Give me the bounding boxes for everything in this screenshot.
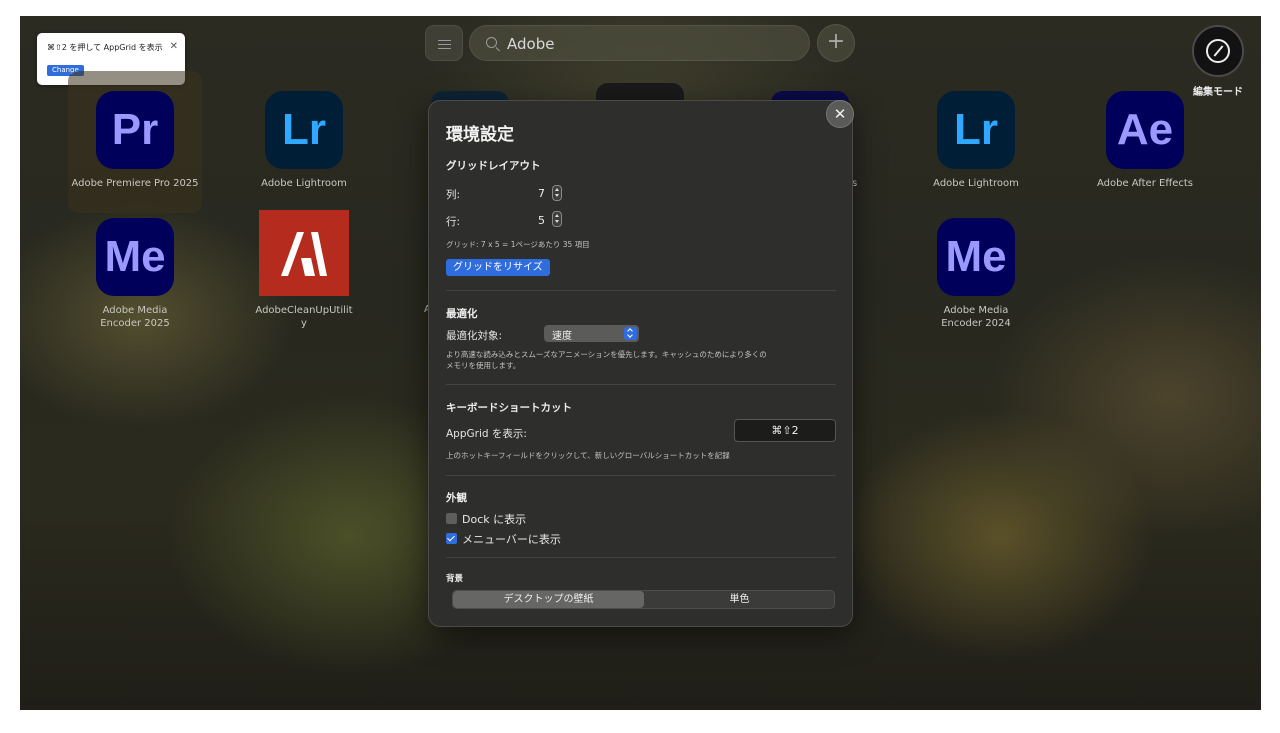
menubar-label: メニューバーに表示: [462, 533, 561, 546]
partial-app-tile: [596, 83, 684, 101]
rows-label: 行:: [446, 216, 461, 228]
optimize-desc-line1: より高速な読み込みとスムーズなアニメーションを優先します。キャッシュのためにより…: [446, 350, 767, 359]
background-heading: 背景: [446, 574, 464, 584]
dock-label: Dock に表示: [462, 513, 527, 526]
search-input[interactable]: [507, 32, 797, 56]
after-effects-icon: Ae: [1106, 91, 1184, 169]
menubar-checkbox-row[interactable]: メニューバーに表示: [446, 531, 561, 547]
toast-message: ⌘⇧2 を押して AppGrid を表示: [47, 43, 163, 52]
app-name: Adobe After Effects: [1097, 178, 1193, 189]
search-icon: [486, 37, 497, 48]
toast-close-icon[interactable]: ✕: [170, 41, 178, 52]
rows-value: 5: [538, 214, 545, 227]
adobe-logo-icon: [259, 210, 349, 296]
rows-stepper[interactable]: [552, 211, 562, 227]
shortcut-hint: 上のホットキーフィールドをクリックして、新しいグローバルショートカットを記録: [446, 451, 730, 460]
search-bar[interactable]: [469, 25, 810, 61]
dock-checkbox-row[interactable]: Dock に表示: [446, 511, 526, 527]
cols-value: 7: [538, 187, 545, 200]
app-name: Adobe Lightroom: [261, 178, 347, 189]
close-icon[interactable]: ✕: [826, 100, 854, 128]
optimize-desc-line2: メモリを使用します。: [446, 361, 521, 370]
shortcut-heading: キーボードショートカット: [446, 402, 572, 414]
divider: [446, 557, 836, 558]
app-name: AdobeCleanUpUtility: [255, 305, 353, 329]
menubar-checkbox[interactable]: [446, 533, 457, 544]
app-name: Adobe Lightroom: [933, 178, 1019, 189]
cols-stepper[interactable]: [552, 185, 562, 201]
chevron-updown-icon: [624, 327, 637, 340]
shortcut-label: AppGrid を表示:: [446, 428, 527, 440]
lightroom-icon: Lr: [265, 91, 343, 169]
hamburger-icon: [438, 40, 451, 49]
segment-wallpaper[interactable]: デスクトップの壁紙: [453, 591, 644, 608]
optimize-target-value: 速度: [552, 331, 572, 342]
app-name: Adobe Media Encoder 2025: [100, 305, 170, 329]
lightroom-icon: Lr: [937, 91, 1015, 169]
grid-layout-heading: グリッドレイアウト: [446, 160, 541, 172]
media-encoder-icon: Me: [937, 218, 1015, 296]
hotkey-field[interactable]: ⌘⇧2: [734, 419, 836, 442]
edit-mode-button[interactable]: [1192, 25, 1244, 77]
app-name: Adobe Media Encoder 2024: [941, 305, 1011, 329]
dialog-title: 環境設定: [446, 125, 514, 145]
background-segmented-control: デスクトップの壁紙 単色: [452, 590, 835, 609]
app-name: Adobe Premiere Pro 2025: [71, 178, 199, 189]
optimize-target-select[interactable]: 速度: [544, 325, 639, 342]
appearance-heading: 外観: [446, 492, 467, 504]
divider: [446, 290, 836, 291]
resize-grid-button[interactable]: グリッドをリサイズ: [446, 259, 550, 276]
desktop-background: ⌘⇧2 を押して AppGrid を表示 ✕ Change + 編集モード s …: [20, 16, 1261, 710]
grid-summary: グリッド: 7 x 5 = 1ページあたり 35 項目: [446, 240, 590, 249]
edit-mode-icon: [1206, 39, 1230, 63]
media-encoder-icon: Me: [96, 218, 174, 296]
preferences-dialog: ✕ 環境設定 グリッドレイアウト 列: 7 行: 5 グリッド: 7 x 5 =…: [428, 100, 854, 627]
dock-checkbox[interactable]: [446, 513, 457, 524]
adobe-a-icon: [281, 232, 327, 276]
cols-label: 列:: [446, 189, 461, 201]
divider: [446, 384, 836, 385]
edit-mode-label: 編集モード: [1193, 87, 1243, 98]
divider: [446, 475, 836, 476]
premiere-pro-icon: Pr: [96, 91, 174, 169]
optimize-heading: 最適化: [446, 308, 478, 320]
add-button[interactable]: +: [817, 24, 855, 62]
optimize-target-label: 最適化対象:: [446, 330, 503, 342]
segment-solid-color[interactable]: 単色: [644, 591, 834, 608]
menu-button[interactable]: [425, 25, 463, 61]
